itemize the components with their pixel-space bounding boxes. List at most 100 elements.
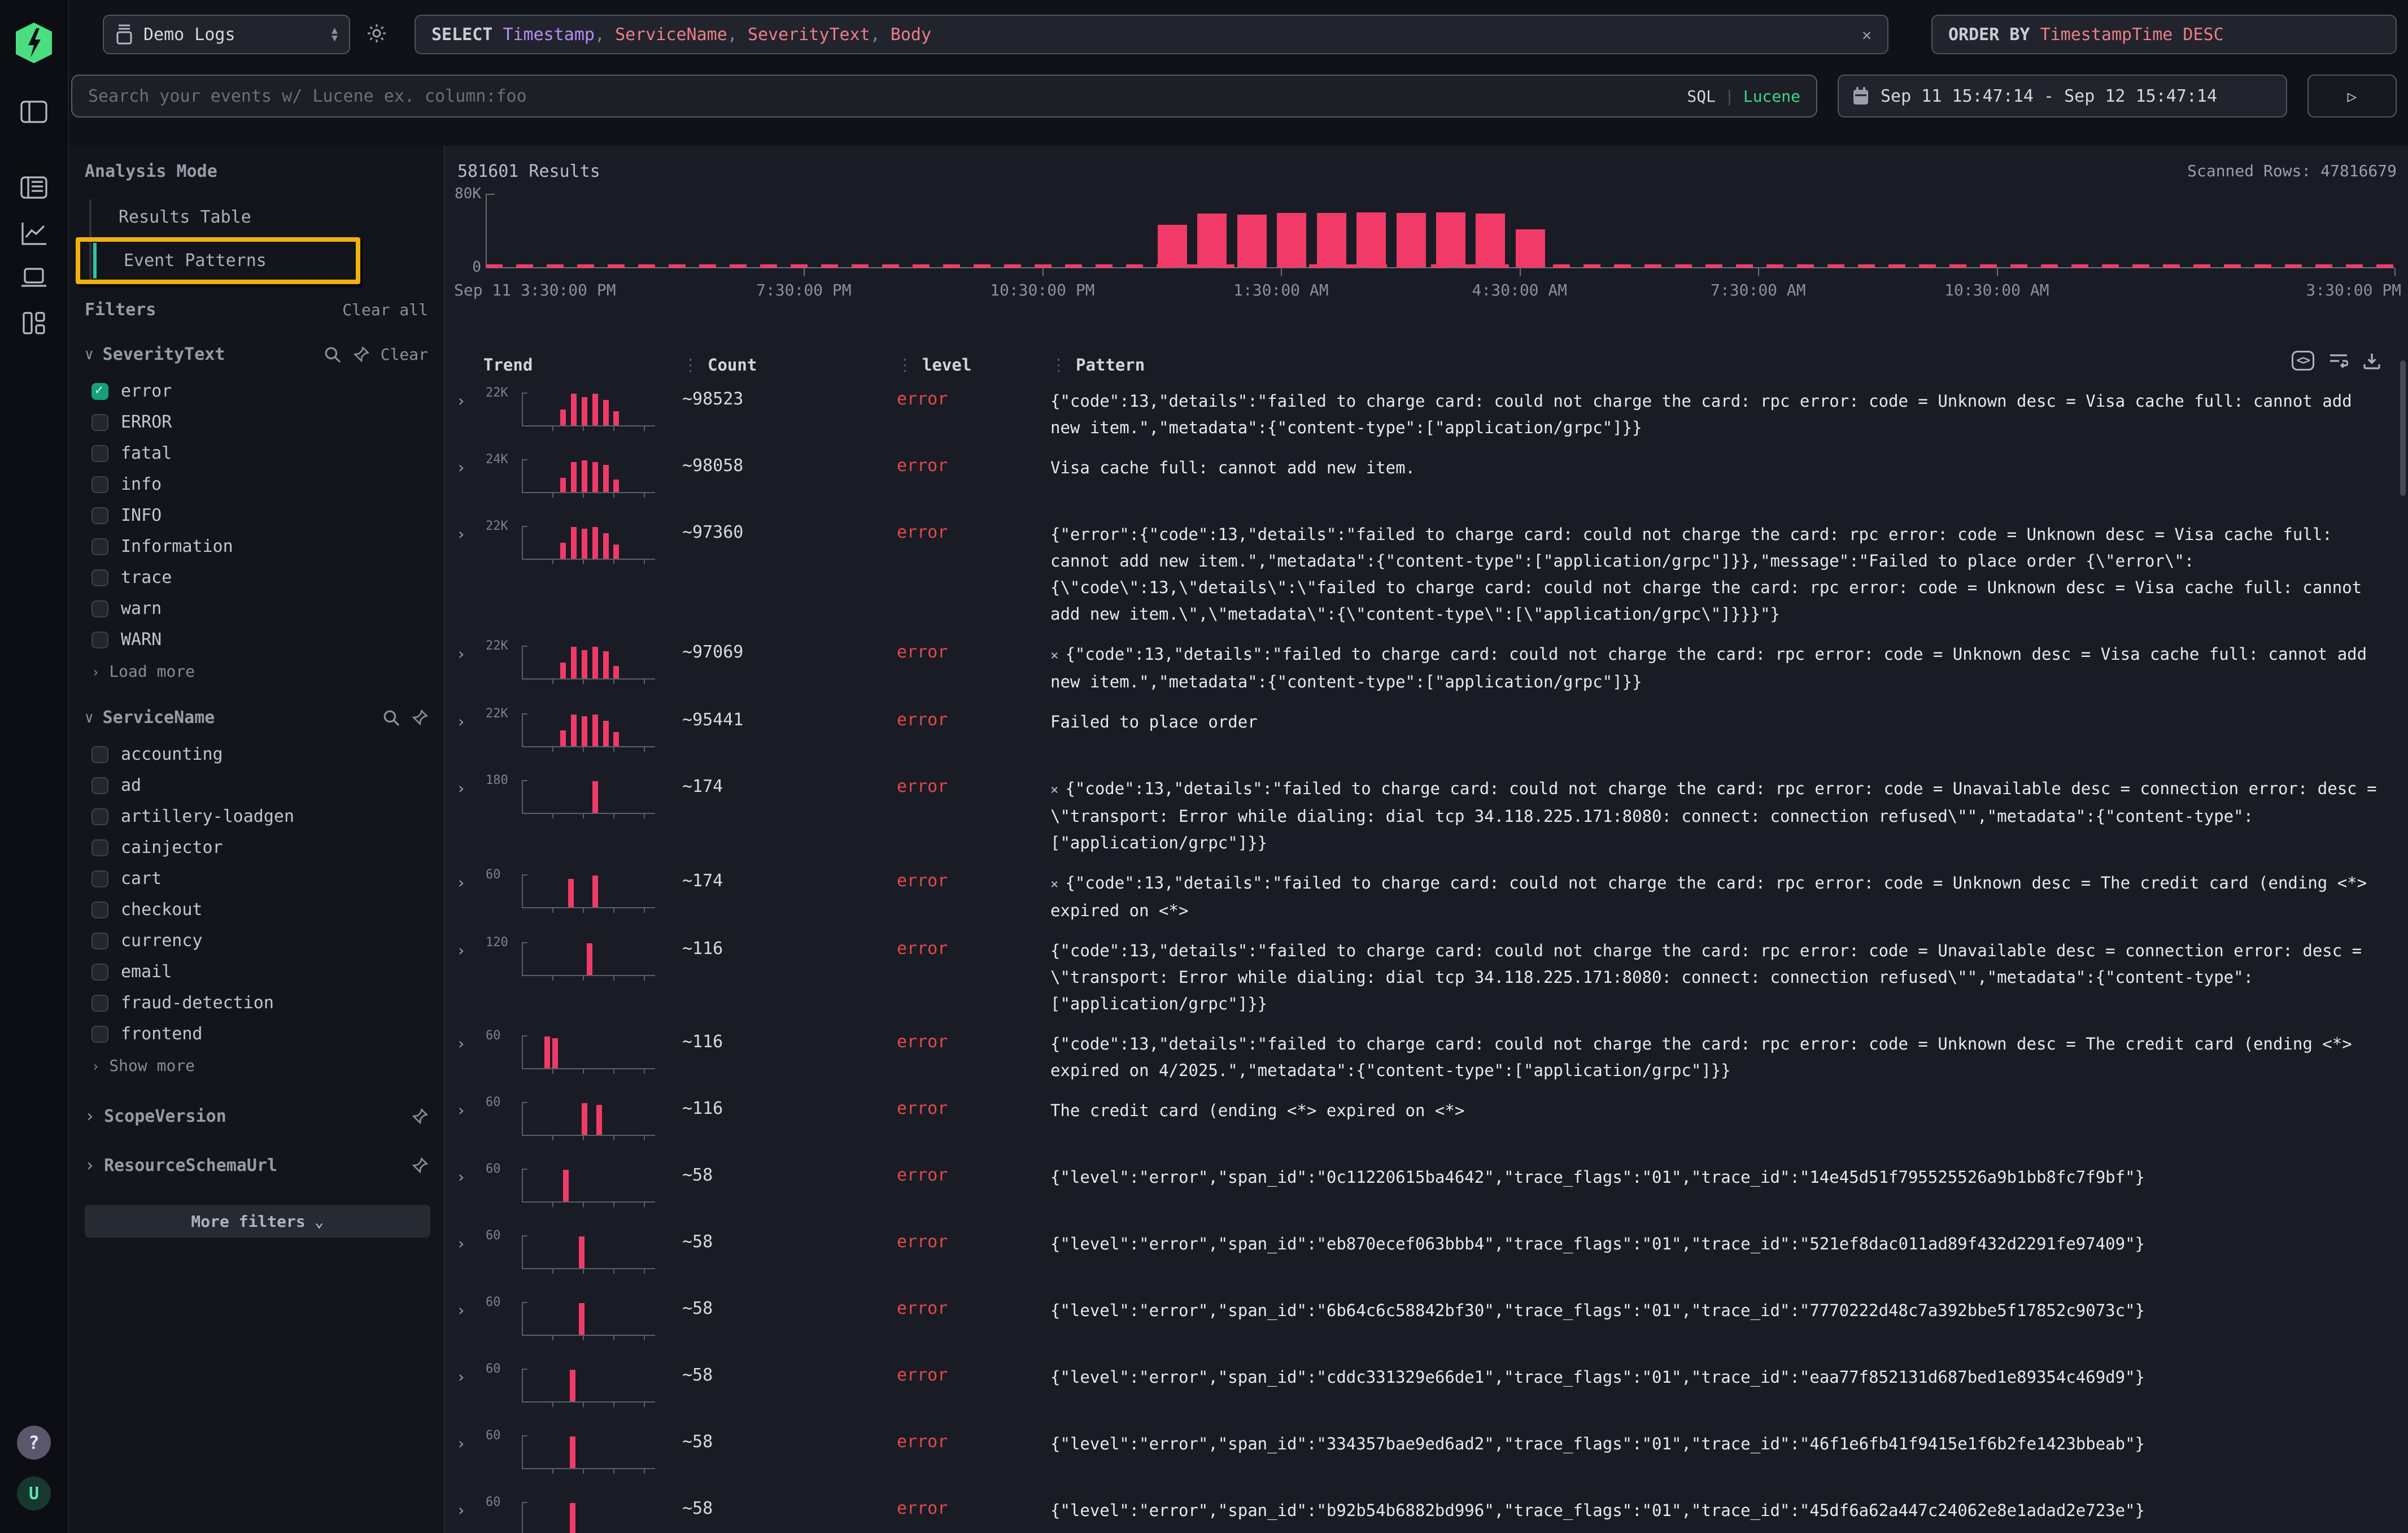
- wrap-lines-icon[interactable]: [2329, 353, 2348, 369]
- pattern-cell[interactable]: {"level":"error","span_id":"334357bae9ed…: [1050, 1431, 2397, 1457]
- table-row[interactable]: ›22K~98523error{"code":13,"details":"fai…: [456, 381, 2397, 448]
- close-icon[interactable]: ✕: [1862, 25, 1872, 44]
- chart-bar[interactable]: [1317, 213, 1346, 267]
- col-count[interactable]: ⋮Count: [682, 355, 897, 374]
- pin-icon[interactable]: [411, 1108, 428, 1125]
- table-row[interactable]: ›60~58error{"level":"error","span_id":"6…: [456, 1291, 2397, 1357]
- pattern-cell[interactable]: ×{"code":13,"details":"failed to charge …: [1050, 641, 2397, 695]
- service-group-header[interactable]: ∨ ServiceName: [85, 708, 428, 728]
- row-expand-chevron[interactable]: ›: [456, 521, 483, 543]
- chart-explorer-icon[interactable]: [20, 221, 47, 246]
- row-expand-chevron[interactable]: ›: [456, 1231, 483, 1253]
- mode-event-patterns[interactable]: Event Patterns: [93, 243, 356, 278]
- row-expand-chevron[interactable]: ›: [456, 1431, 483, 1453]
- checkbox[interactable]: [91, 1026, 108, 1043]
- pattern-cell[interactable]: {"error":{"code":13,"details":"failed to…: [1050, 521, 2397, 628]
- service-option[interactable]: frontend: [85, 1018, 428, 1049]
- chart-bar[interactable]: [1277, 213, 1306, 267]
- chart-bar[interactable]: [1197, 214, 1227, 267]
- table-row[interactable]: ›60~58error{"level":"error","span_id":"0…: [456, 1157, 2397, 1224]
- severity-option[interactable]: trace: [85, 562, 428, 593]
- sessions-icon[interactable]: [20, 267, 47, 289]
- service-option[interactable]: artillery-loadgen: [85, 801, 428, 832]
- service-option[interactable]: currency: [85, 925, 428, 956]
- source-select[interactable]: Demo Logs ▲▼: [103, 15, 350, 54]
- severity-option[interactable]: INFO: [85, 500, 428, 531]
- code-view-icon[interactable]: <>: [2292, 351, 2315, 371]
- row-expand-chevron[interactable]: ›: [456, 1297, 483, 1319]
- checkbox[interactable]: [91, 569, 108, 586]
- help-button[interactable]: ?: [17, 1426, 51, 1460]
- row-expand-chevron[interactable]: ›: [456, 388, 483, 410]
- severity-option[interactable]: WARN: [85, 624, 428, 655]
- col-level[interactable]: ⋮level: [897, 355, 1050, 374]
- scrollbar-thumb[interactable]: [2400, 360, 2406, 496]
- pattern-cell[interactable]: {"level":"error","span_id":"0c11220615ba…: [1050, 1164, 2397, 1191]
- row-expand-chevron[interactable]: ›: [456, 938, 483, 960]
- service-option[interactable]: cainjector: [85, 832, 428, 863]
- scrollbar[interactable]: [2400, 360, 2406, 1528]
- search-icon[interactable]: [383, 709, 400, 726]
- checkbox[interactable]: [91, 476, 108, 493]
- clear-all-button[interactable]: Clear all: [342, 300, 428, 319]
- col-trend[interactable]: Trend: [483, 355, 682, 374]
- severity-option[interactable]: Information: [85, 531, 428, 562]
- pattern-cell[interactable]: {"level":"error","span_id":"b92b54b6882b…: [1050, 1497, 2397, 1524]
- date-range-picker[interactable]: Sep 11 15:47:14 - Sep 12 15:47:14: [1838, 75, 2287, 117]
- service-show-more[interactable]: › Show more: [85, 1049, 428, 1077]
- table-row[interactable]: ›22K~95441errorFailed to place order: [456, 702, 2397, 769]
- row-expand-chevron[interactable]: ›: [456, 1098, 483, 1120]
- row-expand-chevron[interactable]: ›: [456, 1164, 483, 1186]
- app-logo-icon[interactable]: [15, 21, 53, 64]
- checkbox[interactable]: [91, 414, 108, 431]
- checkbox[interactable]: [91, 600, 108, 617]
- chart-bar[interactable]: [1397, 213, 1426, 267]
- severity-clear-button[interactable]: Clear: [381, 345, 428, 364]
- table-row[interactable]: ›60~174error×{"code":13,"details":"faile…: [456, 863, 2397, 931]
- pattern-cell[interactable]: {"code":13,"details":"failed to charge c…: [1050, 938, 2397, 1017]
- pattern-cell[interactable]: {"level":"error","span_id":"6b64c6c58842…: [1050, 1297, 2397, 1324]
- severity-group-header[interactable]: ∨ SeverityText Clear: [85, 345, 428, 364]
- row-expand-chevron[interactable]: ›: [456, 1497, 483, 1519]
- row-expand-chevron[interactable]: ›: [456, 641, 483, 663]
- severity-option[interactable]: ERROR: [85, 407, 428, 438]
- checkbox[interactable]: [91, 964, 108, 981]
- service-option[interactable]: email: [85, 956, 428, 987]
- table-row[interactable]: ›60~116error{"code":13,"details":"failed…: [456, 1024, 2397, 1091]
- search-icon[interactable]: [324, 346, 341, 363]
- table-row[interactable]: ›24K~98058errorVisa cache full: cannot a…: [456, 448, 2397, 515]
- sidebar-toggle-icon[interactable]: [20, 101, 47, 123]
- sql-toggle[interactable]: SQL: [1687, 87, 1716, 106]
- pin-icon[interactable]: [411, 709, 428, 726]
- chart-bar[interactable]: [1436, 212, 1465, 268]
- table-row[interactable]: ›60~58error{"level":"error","span_id":"3…: [456, 1424, 2397, 1491]
- severity-load-more[interactable]: › Load more: [85, 655, 428, 683]
- severity-option[interactable]: info: [85, 469, 428, 500]
- mode-results-table[interactable]: Results Table: [91, 199, 428, 235]
- severity-option[interactable]: error: [85, 376, 428, 407]
- row-expand-chevron[interactable]: ›: [456, 870, 483, 892]
- table-row[interactable]: ›60~116errorThe credit card (ending <*> …: [456, 1091, 2397, 1157]
- severity-option[interactable]: warn: [85, 593, 428, 624]
- pattern-cell[interactable]: {"code":13,"details":"failed to charge c…: [1050, 388, 2397, 441]
- pattern-cell[interactable]: {"code":13,"details":"failed to charge c…: [1050, 1031, 2397, 1084]
- row-expand-chevron[interactable]: ›: [456, 1031, 483, 1053]
- checkbox[interactable]: [91, 777, 108, 794]
- row-expand-chevron[interactable]: ›: [456, 709, 483, 731]
- pin-icon[interactable]: [352, 346, 369, 363]
- pin-icon[interactable]: [411, 1157, 428, 1174]
- row-expand-chevron[interactable]: ›: [456, 455, 483, 477]
- pattern-cell[interactable]: Visa cache full: cannot add new item.: [1050, 455, 2397, 481]
- chart-bar[interactable]: [1516, 229, 1545, 267]
- row-expand-chevron[interactable]: ›: [456, 1364, 483, 1386]
- results-histogram[interactable]: 80K 0 Sep 11 3:30:00 PM7:30:00 PM10:30:0…: [445, 184, 2408, 299]
- table-row[interactable]: ›120~116error{"code":13,"details":"faile…: [456, 931, 2397, 1024]
- pattern-cell[interactable]: {"level":"error","span_id":"eb870ecef063…: [1050, 1231, 2397, 1257]
- service-option[interactable]: accounting: [85, 739, 428, 770]
- checkbox[interactable]: [91, 383, 108, 400]
- order-by-input[interactable]: ORDER BY TimestampTime DESC: [1931, 15, 2397, 54]
- download-icon[interactable]: [2363, 352, 2381, 369]
- search-input[interactable]: Search your events w/ Lucene ex. column:…: [71, 75, 1817, 117]
- pattern-cell[interactable]: Failed to place order: [1050, 709, 2397, 735]
- checkbox[interactable]: [91, 870, 108, 887]
